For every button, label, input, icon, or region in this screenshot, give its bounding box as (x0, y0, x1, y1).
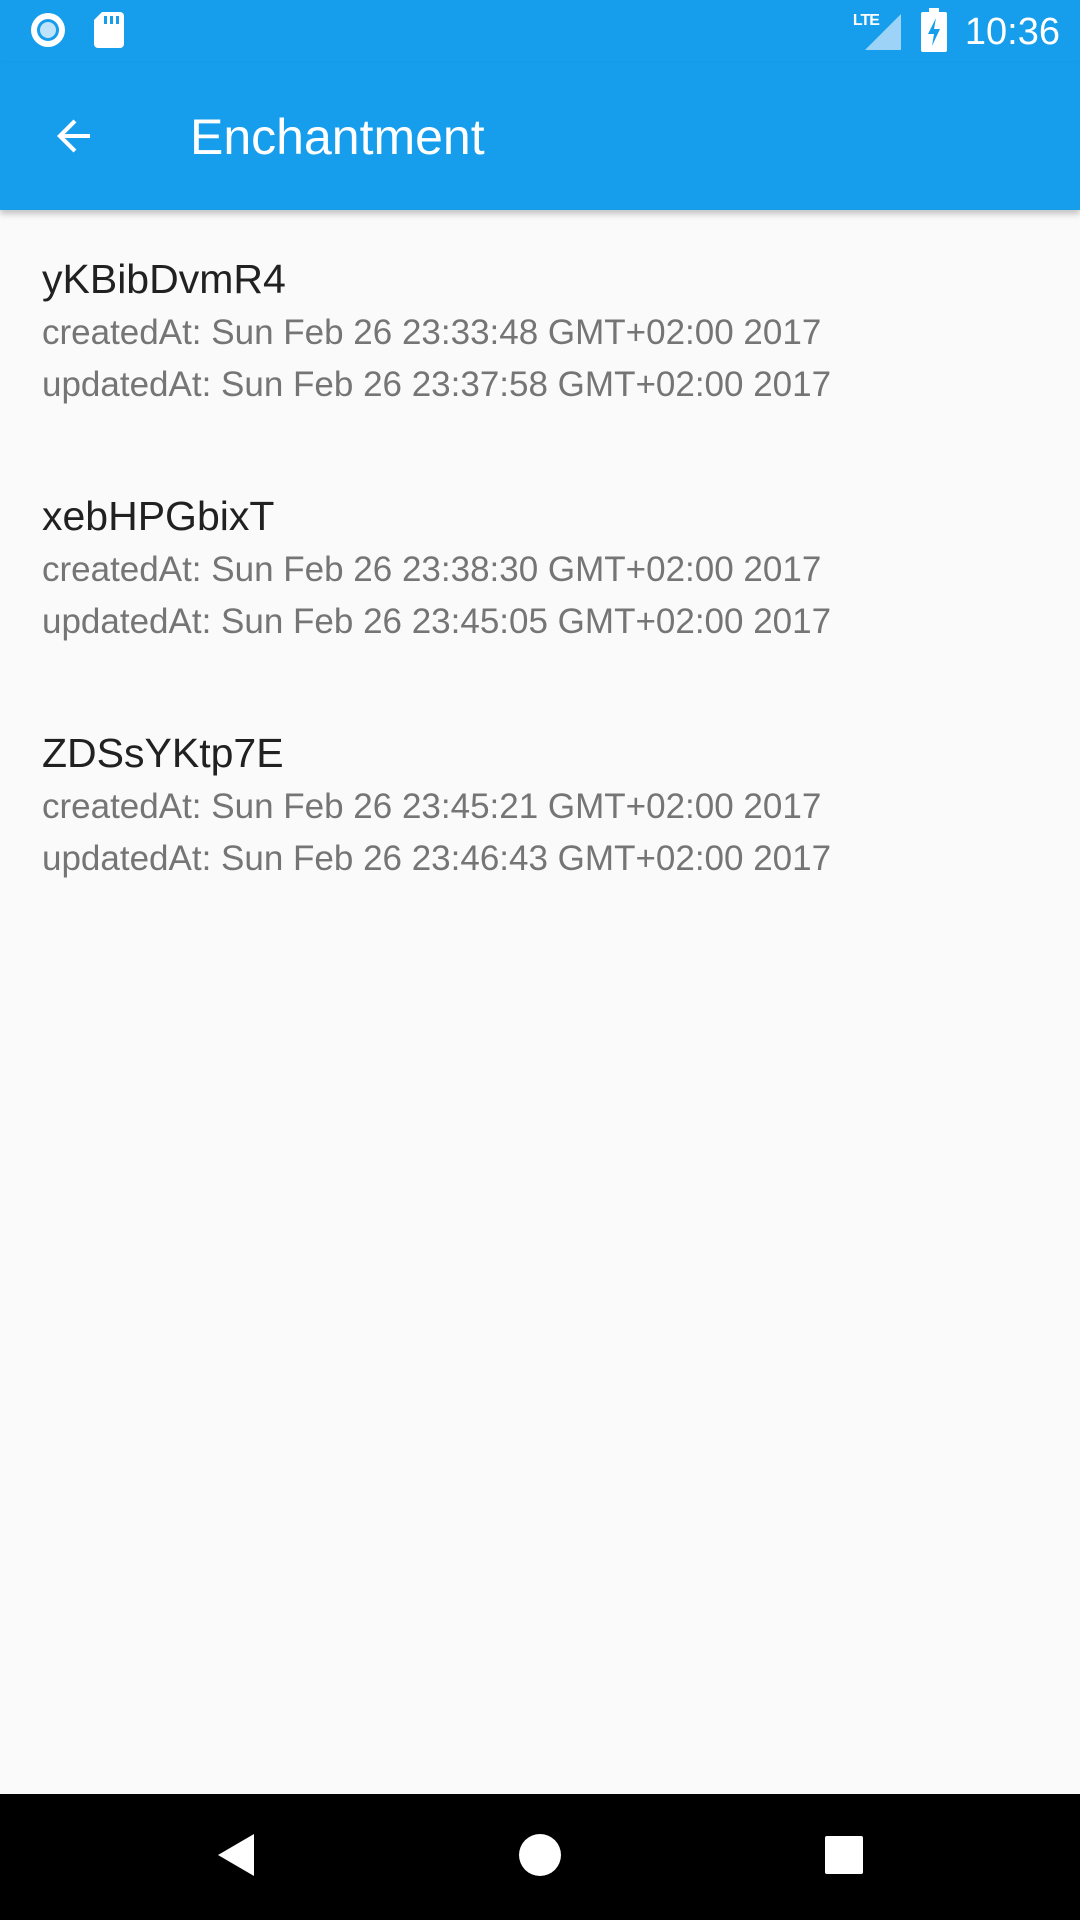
nav-home-button[interactable] (500, 1817, 580, 1897)
nav-back-button[interactable] (196, 1817, 276, 1897)
item-created-at: createdAt: Sun Feb 26 23:45:21 GMT+02:00… (42, 787, 822, 826)
nav-recents-button[interactable] (804, 1817, 884, 1897)
arrow-back-icon (50, 112, 98, 165)
sd-card-icon (92, 10, 126, 55)
app-bar: Enchantment (0, 63, 1080, 210)
item-title: yKBibDvmR4 (42, 256, 286, 302)
recents-square-icon (824, 1835, 864, 1880)
page-title: Enchantment (190, 109, 485, 165)
item-title: xebHPGbixT (42, 493, 275, 539)
lte-signal-icon: LTE (853, 12, 903, 52)
list-item[interactable]: yKBibDvmR4 createdAt: Sun Feb 26 23:33:4… (0, 210, 1080, 447)
status-notifications (28, 10, 126, 55)
status-system-icons: LTE 10:36 (853, 7, 1060, 57)
list-item[interactable]: xebHPGbixT createdAt: Sun Feb 26 23:38:3… (0, 447, 1080, 684)
battery-charging-icon (920, 7, 947, 57)
item-updated-at: updatedAt: Sun Feb 26 23:45:05 GMT+02:00… (42, 602, 832, 641)
item-title: ZDSsYKtp7E (42, 730, 284, 776)
item-created-at: createdAt: Sun Feb 26 23:33:48 GMT+02:00… (42, 313, 822, 352)
circle-notification-icon (28, 10, 68, 55)
item-created-at: createdAt: Sun Feb 26 23:38:30 GMT+02:00… (42, 550, 822, 589)
item-updated-at: updatedAt: Sun Feb 26 23:46:43 GMT+02:00… (42, 839, 832, 878)
back-triangle-icon (214, 1831, 258, 1884)
navigation-bar (0, 1794, 1080, 1920)
status-time: 10:36 (964, 11, 1060, 53)
list-item[interactable]: ZDSsYKtp7E createdAt: Sun Feb 26 23:45:2… (0, 684, 1080, 921)
record-list: yKBibDvmR4 createdAt: Sun Feb 26 23:33:4… (0, 210, 1080, 921)
item-updated-at: updatedAt: Sun Feb 26 23:37:58 GMT+02:00… (42, 365, 832, 404)
status-bar: LTE 10:36 (0, 0, 1080, 63)
home-circle-icon (517, 1832, 563, 1883)
network-label: LTE (852, 12, 880, 29)
back-button[interactable] (34, 103, 114, 173)
